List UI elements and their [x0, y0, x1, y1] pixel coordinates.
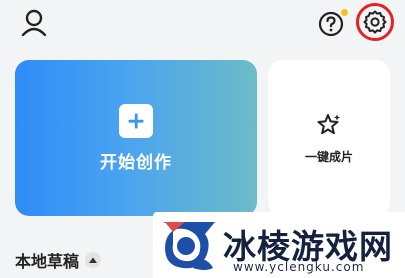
start-creating-card[interactable]: 开始创作 [15, 60, 257, 216]
help-icon [318, 11, 344, 37]
gear-icon [363, 10, 387, 34]
one-click-label: 一键成片 [304, 149, 353, 164]
user-icon [21, 9, 47, 36]
site-watermark: 冰棱游戏网 www.yclengku.com [153, 212, 405, 278]
settings-button[interactable] [356, 3, 394, 41]
start-creating-label: 开始创作 [100, 152, 172, 173]
local-drafts-header[interactable]: 本地草稿 [15, 248, 102, 272]
caret-up-icon[interactable] [85, 252, 102, 268]
profile-button[interactable] [20, 8, 48, 36]
sparkle-icon [317, 113, 340, 134]
one-click-card[interactable]: 一键成片 [268, 60, 390, 216]
watermark-logo-icon [163, 222, 215, 270]
plus-icon [119, 103, 153, 138]
notification-dot [341, 9, 348, 16]
watermark-url: www.yclengku.com [233, 260, 365, 274]
local-drafts-title: 本地草稿 [15, 252, 80, 271]
